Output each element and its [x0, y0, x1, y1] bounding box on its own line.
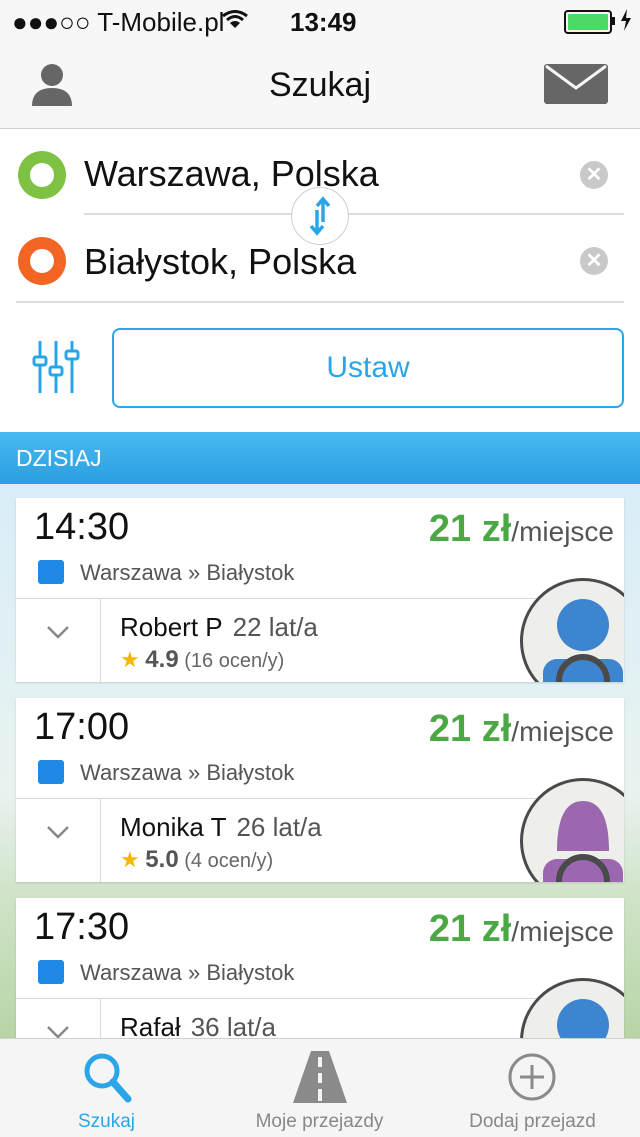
status-bar: ●●●○○ T-Mobile.pl 13:49: [0, 0, 640, 40]
ride-card[interactable]: 14:30 21 zł/miejsce Warszawa » Białystok…: [16, 498, 624, 682]
ride-route: Warszawa » Białystok: [80, 960, 295, 985]
driver-info: Robert P 22 lat/a: [120, 612, 318, 643]
destination-marker-icon: [18, 237, 66, 285]
section-header: DZISIAJ: [0, 432, 640, 484]
card-divider: [16, 598, 624, 599]
driver-name: Robert P: [120, 612, 223, 642]
card-divider: [100, 798, 101, 882]
star-icon: ★: [120, 847, 140, 872]
search-icon: [84, 1053, 132, 1103]
driver-avatar[interactable]: [520, 778, 624, 882]
carrier-label: ●●●○○ T-Mobile.pl: [12, 7, 225, 37]
ride-price: 21 zł/miejsce: [429, 908, 614, 951]
clear-destination-button[interactable]: ✕: [580, 247, 608, 275]
avatar-icon: [543, 599, 623, 682]
price-value: 21 zł: [428, 708, 512, 750]
tab-label: Moje przejazdy: [255, 1111, 384, 1132]
ride-time: 17:30: [34, 906, 130, 948]
price-unit: /miejsce: [511, 516, 614, 547]
tab-add-ride[interactable]: Dodaj przejazd: [426, 1039, 639, 1137]
card-divider: [100, 598, 101, 682]
highway-icon: [38, 560, 64, 584]
clock: 13:49: [290, 7, 357, 37]
tab-bar: Szukaj Moje przejazdy Dodaj przejazd: [0, 1038, 640, 1137]
section-header-label: DZISIAJ: [16, 445, 102, 471]
search-form: Warszawa, Polska ✕ Białystok, Polska ✕ U…: [0, 129, 640, 432]
rating-score: 5.0: [145, 846, 179, 873]
charging-icon: [621, 9, 631, 31]
tab-label: Szukaj: [77, 1111, 136, 1132]
ride-route: Warszawa » Białystok: [80, 760, 295, 785]
tab-search[interactable]: Szukaj: [0, 1039, 213, 1137]
driver-name: Monika T: [120, 812, 227, 842]
road-icon: [293, 1051, 347, 1103]
driver-age: 22 lat/a: [232, 612, 318, 642]
price-unit: /miejsce: [511, 916, 614, 947]
filter-sliders-icon[interactable]: [30, 339, 82, 395]
price-value: 21 zł: [428, 908, 512, 950]
ride-price: 21 zł/miejsce: [429, 708, 614, 751]
swap-arrows-icon: [309, 196, 331, 236]
rating-score: 4.9: [145, 646, 179, 673]
field-divider: [84, 213, 624, 215]
driver-age: 26 lat/a: [236, 812, 322, 842]
mail-icon[interactable]: [544, 64, 608, 104]
driver-rating: ★ 5.0 (4 ocen/y): [120, 846, 273, 874]
card-divider: [16, 798, 624, 799]
avatar-icon: [543, 801, 623, 882]
battery-icon: [564, 10, 612, 34]
chevron-down-icon[interactable]: [46, 824, 70, 840]
set-button[interactable]: Ustaw: [112, 328, 624, 408]
rating-count: (4 ocen/y): [184, 850, 274, 872]
card-divider: [16, 998, 624, 999]
field-divider: [16, 301, 624, 303]
add-circle-icon: [508, 1053, 556, 1101]
battery-tip: [612, 17, 615, 25]
driver-avatar[interactable]: [520, 578, 624, 682]
ride-card[interactable]: 17:00 21 zł/miejsce Warszawa » Białystok…: [16, 698, 624, 882]
rating-count: (16 ocen/y): [184, 650, 285, 672]
tab-label: Dodaj przejazd: [469, 1111, 596, 1132]
ride-price: 21 zł/miejsce: [429, 508, 614, 551]
ride-time: 14:30: [34, 506, 130, 548]
origin-marker-icon: [18, 151, 66, 199]
price-unit: /miejsce: [511, 716, 614, 747]
driver-rating: ★ 4.9 (16 ocen/y): [120, 646, 284, 674]
driver-info: Monika T 26 lat/a: [120, 812, 322, 843]
destination-field[interactable]: Białystok, Polska: [84, 241, 356, 283]
ride-time: 17:00: [34, 706, 130, 748]
ride-route: Warszawa » Białystok: [80, 560, 295, 585]
navigation-bar: Szukaj: [0, 40, 640, 129]
star-icon: ★: [120, 647, 140, 672]
price-value: 21 zł: [428, 508, 512, 550]
clear-origin-button[interactable]: ✕: [580, 161, 608, 189]
wifi-icon: [222, 10, 248, 28]
swap-button[interactable]: [291, 187, 349, 245]
highway-icon: [38, 960, 64, 984]
highway-icon: [38, 760, 64, 784]
chevron-down-icon[interactable]: [46, 624, 70, 640]
tab-my-rides[interactable]: Moje przejazdy: [213, 1039, 426, 1137]
